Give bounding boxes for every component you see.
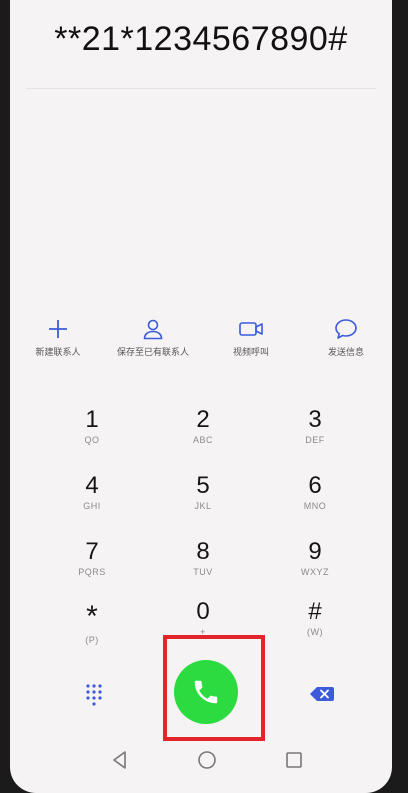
key-1[interactable]: 1 QO [42,406,142,466]
key-9[interactable]: 9 WXYZ [265,538,365,598]
key-letters: (P) [85,635,99,645]
key-2[interactable]: 2 ABC [153,406,253,466]
message-bubble-icon [335,319,357,339]
key-hash[interactable]: # (W) [265,598,365,658]
key-letters: ABC [192,435,213,445]
new-contact-label: 新建联系人 [35,347,81,357]
key-digit: 6 [308,472,322,499]
back-triangle-icon[interactable] [108,748,132,772]
video-call-button[interactable]: 视频呼叫 [203,318,299,358]
key-letters: JKL [194,501,212,511]
key-letters: MNO [303,501,327,511]
dialer-screen: **21*1234567890# 新建联系人 保存至已有联系人 视频呼叫 发送信… [10,0,392,793]
key-7[interactable]: 7 PQRS [42,538,142,598]
key-digit: 7 [85,538,99,565]
key-digit: 8 [196,538,210,565]
new-contact-button[interactable]: 新建联系人 [10,318,106,358]
key-6[interactable]: 6 MNO [265,472,365,532]
dialpad-grid-icon[interactable] [80,680,108,708]
key-digit: 5 [196,472,210,499]
key-letters: QO [84,435,100,445]
dialed-number: **21*1234567890# [54,20,348,58]
key-5[interactable]: 5 JKL [153,472,253,532]
key-letters: GHI [83,501,101,511]
recents-square-icon[interactable] [282,748,306,772]
person-icon [143,319,163,340]
key-digit: 0 [196,598,210,625]
key-digit: 4 [85,472,99,499]
key-4[interactable]: 4 GHI [42,472,142,532]
key-digit: 1 [85,406,99,433]
send-message-label: 发送信息 [327,347,364,357]
home-circle-icon[interactable] [195,748,219,772]
key-letters: PQRS [78,567,106,577]
key-digit: 2 [196,406,210,433]
key-digit: # [308,598,322,625]
key-digit: 3 [308,406,322,433]
video-camera-icon [239,322,263,336]
key-8[interactable]: 8 TUV [153,538,253,598]
divider [26,88,376,89]
save-to-existing-contact-button[interactable]: 保存至已有联系人 [105,318,201,358]
key-3[interactable]: 3 DEF [265,406,365,466]
video-call-label: 视频呼叫 [232,347,269,357]
backspace-icon[interactable] [307,680,337,708]
key-digit: * [86,600,98,633]
save-to-existing-contact-label: 保存至已有联系人 [116,347,189,357]
key-letters: DEF [305,435,325,445]
call-button-highlight-box [163,635,265,741]
plus-icon [49,320,67,338]
send-message-button[interactable]: 发送信息 [298,318,392,358]
key-letters: WXYZ [301,567,329,577]
action-bar: 新建联系人 保存至已有联系人 视频呼叫 发送信息 [10,318,392,370]
key-letters: (W) [307,627,323,637]
key-digit: 9 [308,538,322,565]
key-star[interactable]: * (P) [42,600,142,660]
key-letters: TUV [193,567,213,577]
navigation-bar [10,742,392,778]
